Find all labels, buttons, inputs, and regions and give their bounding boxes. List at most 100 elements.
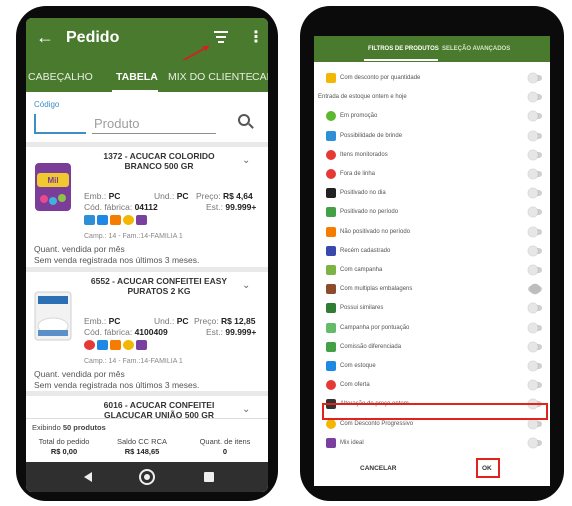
product-image — [34, 291, 72, 341]
equals-icon — [326, 303, 336, 314]
more-vert-icon[interactable]: ⋮ — [248, 27, 264, 47]
tab-cabecalho[interactable]: CABEÇALHO — [28, 71, 93, 83]
filter-toggle[interactable] — [528, 341, 542, 352]
emb-value: PC — [108, 316, 121, 326]
filter-label: Entrada de estoque ontem e hoje — [318, 94, 407, 101]
product-name: 1372 - ACUCAR COLORIDO BRANCO 500 GR — [103, 151, 215, 171]
filter-toggle[interactable] — [528, 169, 542, 179]
sem-venda: Sem venda registrada nos últimos 3 meses… — [34, 255, 200, 265]
gift-icon — [326, 130, 336, 141]
filter-row[interactable]: Com oferta — [314, 377, 550, 394]
tab-camp[interactable]: CAMP — [252, 71, 268, 83]
cod-fabrica-value: 4100409 — [134, 327, 168, 337]
tab-selecao-avancados[interactable]: SELEÇÃO AVANÇADOS — [442, 46, 510, 52]
filter-row[interactable]: Fora de linha — [314, 166, 550, 183]
discount-bag-icon — [326, 73, 336, 83]
filter-label: Com Desconto Progressivo — [340, 420, 414, 427]
gift-icon — [84, 215, 95, 225]
filter-row[interactable]: Com desconto por quantidade — [314, 70, 550, 87]
filter-row[interactable]: Com campanha — [314, 262, 550, 279]
filter-row[interactable]: Com multiplas embalagens — [314, 281, 550, 298]
total-pedido: Total do pedido R$ 0,00 — [38, 437, 90, 456]
und-value: PC — [176, 191, 189, 201]
filter-toggle[interactable] — [528, 130, 542, 141]
nav-recents-icon[interactable] — [204, 472, 214, 482]
filter-label: Comissão diferenciada — [340, 343, 402, 350]
filter-label: Campanha por pontuação — [340, 324, 410, 331]
chevron-down-icon[interactable]: ⌄ — [242, 280, 250, 291]
stock-icon — [97, 340, 108, 350]
star-icon — [326, 245, 336, 256]
campanha-familia: Camp.: 14 - Fam.:14-FAMILIA 1 — [84, 358, 183, 365]
active-tab-indicator — [364, 59, 438, 61]
eye-icon — [326, 149, 336, 160]
filter-toggle[interactable] — [528, 92, 542, 103]
mix-icon — [326, 437, 336, 448]
product-item[interactable]: 1372 - ACUCAR COLORIDO BRANCO 500 GR ⌄ M… — [26, 147, 268, 265]
filter-toggle[interactable] — [528, 322, 542, 333]
nav-home-icon[interactable] — [139, 469, 155, 485]
filter-toggle[interactable] — [528, 303, 542, 314]
nav-back-icon[interactable] — [84, 472, 92, 482]
filter-row[interactable]: Com estoque — [314, 358, 550, 375]
filter-row[interactable]: Positivado no período — [314, 204, 550, 221]
product-item[interactable]: 6552 - ACUCAR CONFEITEI EASY PURATOS 2 K… — [26, 272, 268, 390]
quant-itens: Quant. de itens 0 — [199, 437, 251, 456]
filter-label: Em promoção — [340, 113, 378, 120]
filter-toggle[interactable] — [528, 149, 542, 160]
produto-input[interactable]: Produto — [92, 114, 216, 134]
tab-bar: CABEÇALHO TABELA MIX DO CLIENTE CAMP — [26, 60, 268, 92]
filter-row[interactable]: Em promoção — [314, 108, 550, 125]
search-icon[interactable] — [238, 114, 250, 126]
arrow-left-icon[interactable]: ← — [36, 27, 54, 48]
product-item[interactable]: 6016 - ACUCAR CONFEITEI GLACUCAR UNIÃO 5… — [26, 396, 268, 420]
chevron-down-icon[interactable]: ⌄ — [242, 155, 250, 166]
filter-tab-bar: FILTROS DE PRODUTOS SELEÇÃO AVANÇADOS — [314, 36, 550, 62]
filter-row[interactable]: Positivado no dia — [314, 185, 550, 202]
filter-toggle[interactable] — [528, 111, 542, 122]
codigo-input[interactable] — [34, 114, 86, 134]
product-image: Mil — [35, 163, 71, 211]
filter-row[interactable]: Possibilidade de brinde — [314, 128, 550, 145]
filter-toggle[interactable] — [528, 245, 542, 256]
discount-icon — [123, 215, 134, 225]
ok-button[interactable]: OK — [482, 465, 492, 472]
filter-toggle[interactable] — [528, 361, 542, 371]
filter-label: Com estoque — [340, 363, 376, 369]
filter-row[interactable]: Mix ideal — [314, 435, 550, 452]
filter-toggle[interactable] — [528, 73, 542, 83]
filter-row[interactable]: Possui similares — [314, 300, 550, 317]
filter-label: Itens monitorados — [340, 151, 388, 158]
chevron-down-icon[interactable]: ⌄ — [242, 404, 250, 415]
filter-label: Com desconto por quantidade — [340, 75, 421, 81]
cart-off-icon — [110, 340, 121, 350]
filter-toggle[interactable] — [528, 284, 542, 295]
cart-off-icon — [110, 215, 121, 225]
tab-filtros-de-produtos[interactable]: FILTROS DE PRODUTOS — [368, 46, 439, 52]
filter-toggle[interactable] — [528, 188, 542, 199]
filter-toggle[interactable] — [528, 265, 542, 275]
preco-label: Preço: — [196, 191, 221, 201]
cart-icon — [326, 188, 336, 199]
filter-label: Possui similares — [340, 305, 384, 312]
filter-toggle[interactable] — [528, 418, 542, 429]
filter-row[interactable]: Recém cadastrado — [314, 243, 550, 260]
filter-label: Recém cadastrado — [340, 247, 391, 254]
app-bar: ← Pedido ⋮ — [26, 18, 268, 60]
filter-row[interactable]: Comissão diferenciada — [314, 339, 550, 356]
filter-row[interactable]: Não positivado no período — [314, 224, 550, 241]
filter-row[interactable]: Itens monitorados — [314, 147, 550, 164]
cod-fabrica-label: Cód. fábrica: — [84, 202, 133, 212]
stock-icon — [97, 215, 108, 225]
filter-toggle[interactable] — [528, 226, 542, 237]
filter-toggle[interactable] — [528, 207, 542, 218]
filter-row[interactable]: Entrada de estoque ontem e hoje — [314, 89, 550, 106]
tab-tabela[interactable]: TABELA — [116, 71, 158, 83]
cancel-button[interactable]: CANCELAR — [360, 465, 396, 472]
filter-toggle[interactable] — [528, 380, 542, 391]
und-label: Und.: — [154, 316, 175, 326]
filter-row[interactable]: Campanha por pontuação — [314, 320, 550, 337]
tab-mix-do-cliente[interactable]: MIX DO CLIENTE — [168, 71, 253, 83]
filter-toggle[interactable] — [528, 437, 542, 448]
estoque-value: 99.999+ — [225, 202, 257, 212]
